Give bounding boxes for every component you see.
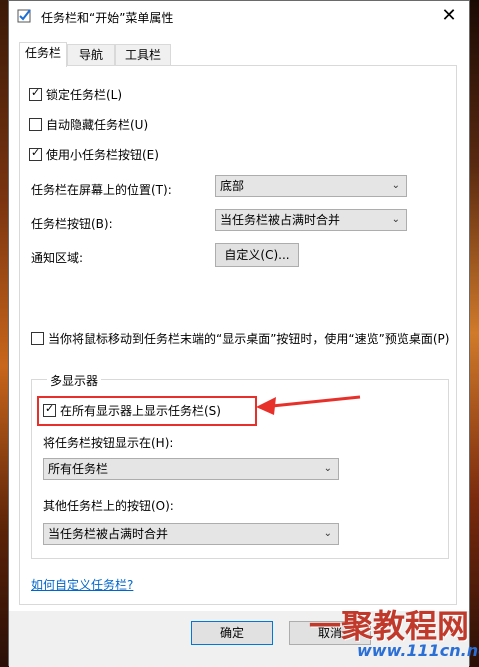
show-buttons-on-label: 将任务栏按钮显示在(H):	[43, 436, 174, 450]
lock-taskbar-label: 锁定任务栏(L)	[46, 88, 123, 102]
properties-app-icon	[17, 9, 31, 23]
check-icon: ✓	[31, 86, 41, 99]
position-value: 底部	[220, 179, 245, 193]
tab-toolbars[interactable]: 工具栏	[115, 44, 171, 65]
position-label: 任务栏在屏幕上的位置(T):	[31, 183, 172, 197]
small-buttons-label: 使用小任务栏按钮(E)	[46, 148, 159, 162]
auto-hide-checkbox[interactable]: 自动隐藏任务栏(U)	[29, 117, 148, 135]
position-select[interactable]: 底部 ⌄	[215, 175, 407, 197]
chevron-down-icon: ⌄	[323, 528, 332, 539]
help-link[interactable]: 如何自定义任务栏?	[31, 576, 133, 593]
close-icon[interactable]: ✕	[435, 4, 463, 28]
peek-label: 当你将鼠标移动到任务栏末端的“显示桌面”按钮时，使用“速览”预览桌面(P)	[48, 332, 450, 346]
checkbox-box[interactable]	[31, 332, 44, 345]
checkbox-box[interactable]: ✓	[29, 86, 42, 101]
buttons-combine-select[interactable]: 当任务栏被占满时合并 ⌄	[215, 209, 407, 231]
show-buttons-on-value: 所有任务栏	[48, 462, 109, 476]
other-buttons-value: 当任务栏被占满时合并	[48, 527, 169, 541]
customize-notification-button[interactable]: 自定义(C)...	[215, 243, 299, 267]
title-bar: 任务栏和“开始”菜单属性 ✕	[9, 1, 469, 33]
peek-checkbox[interactable]: 当你将鼠标移动到任务栏末端的“显示桌面”按钮时，使用“速览”预览桌面(P)	[31, 331, 449, 349]
other-buttons-select[interactable]: 当任务栏被占满时合并 ⌄	[43, 523, 339, 545]
annotation-highlight-box	[37, 396, 257, 426]
auto-hide-label: 自动隐藏任务栏(U)	[46, 118, 149, 132]
taskbar-properties-dialog: 任务栏和“开始”菜单属性 ✕ 任务栏 导航 工具栏 ✓ 锁定任务栏(L) 自动隐藏…	[8, 0, 479, 667]
ok-button[interactable]: 确定	[191, 621, 273, 645]
chevron-down-icon: ⌄	[391, 180, 400, 191]
checkbox-box[interactable]: ✓	[29, 146, 42, 161]
buttons-combine-value: 当任务栏被占满时合并	[220, 213, 341, 227]
checkbox-box[interactable]	[29, 118, 42, 131]
tab-navigation[interactable]: 导航	[67, 44, 115, 65]
watermark-url: www.111cn.net	[357, 641, 479, 660]
notification-label: 通知区域:	[31, 251, 84, 265]
lock-taskbar-checkbox[interactable]: ✓ 锁定任务栏(L)	[29, 86, 123, 105]
chevron-down-icon: ⌄	[391, 214, 400, 225]
buttons-combine-label: 任务栏按钮(B):	[31, 217, 113, 231]
other-buttons-label: 其他任务栏上的按钮(O):	[43, 499, 174, 513]
multi-display-group-title: 多显示器	[47, 372, 102, 389]
show-buttons-on-select[interactable]: 所有任务栏 ⌄	[43, 458, 339, 480]
small-buttons-checkbox[interactable]: ✓ 使用小任务栏按钮(E)	[29, 146, 159, 165]
chevron-down-icon: ⌄	[323, 463, 332, 474]
tab-taskbar[interactable]: 任务栏	[19, 42, 67, 67]
check-icon: ✓	[31, 146, 41, 159]
annotation-arrow-icon	[256, 395, 361, 415]
window-title: 任务栏和“开始”菜单属性	[41, 11, 174, 25]
